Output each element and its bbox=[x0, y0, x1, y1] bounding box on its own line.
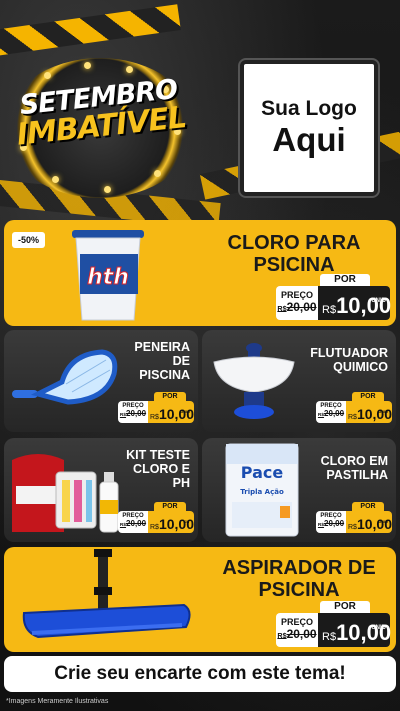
currency: R$ bbox=[150, 524, 159, 531]
old-price: R$20,00 bbox=[316, 519, 346, 528]
product-card-pastilha[interactable]: Pace Tripla Ação CLORO EM PASTILHA POR P… bbox=[202, 438, 396, 542]
old-price-value: 20,00 bbox=[126, 409, 147, 418]
discount-badge: -50% bbox=[12, 232, 46, 248]
price-tag: POR PREÇO R$20,00 R$10,00 UNID bbox=[316, 392, 392, 424]
old-price-value: 20,00 bbox=[126, 519, 147, 528]
logo-text-line1: Sua Logo bbox=[261, 97, 357, 120]
currency: R$ bbox=[150, 414, 159, 421]
currency: R$ bbox=[348, 414, 357, 421]
old-price: R$20,00 bbox=[276, 300, 318, 314]
product-name-line3: PISCINA bbox=[139, 368, 190, 382]
current-price-box: R$10,00 UNID bbox=[148, 401, 194, 423]
product-name-line2: QUIMICO bbox=[333, 360, 388, 374]
por-label: POR bbox=[352, 502, 384, 511]
old-price-box: PREÇO R$20,00 bbox=[276, 286, 318, 320]
product-name-line2: PSICINA bbox=[258, 579, 340, 602]
price-tag: POR PREÇO R$20,00 R$10,00 UNID bbox=[276, 601, 391, 647]
logo-placeholder[interactable]: Sua Logo Aqui bbox=[240, 60, 378, 196]
product-name-line2: PASTILHA bbox=[326, 468, 388, 482]
product-card-cloro[interactable]: -50% hth CLORO PARA PSICINA POR PREÇO R$… bbox=[4, 220, 396, 326]
light-dot bbox=[104, 186, 111, 193]
currency: R$ bbox=[348, 524, 357, 531]
price-tag: POR PREÇO R$20,00 R$10,00 UNID bbox=[316, 502, 392, 534]
price-tag: POR PREÇO R$20,00 R$10,00 KIT bbox=[118, 502, 194, 534]
product-name-line1: ASPIRADOR DE bbox=[222, 557, 376, 579]
unit-label: UNID bbox=[371, 625, 386, 631]
pool-vacuum-icon bbox=[22, 549, 191, 639]
old-price: R$20,00 bbox=[118, 409, 148, 418]
product-name-line1: FLUTUADOR bbox=[310, 346, 388, 360]
price-label: PREÇO bbox=[280, 290, 313, 300]
old-price-value: 20,00 bbox=[286, 300, 317, 314]
old-price-box: PREÇO R$20,00 bbox=[316, 401, 346, 423]
old-currency: R$ bbox=[277, 631, 287, 640]
current-price-box: R$10,00 UNID bbox=[318, 613, 391, 647]
light-dot bbox=[44, 72, 51, 79]
product-name: PENEIRA DE PISCINA bbox=[120, 340, 190, 382]
por-label: POR bbox=[154, 392, 186, 401]
por-label: POR bbox=[154, 502, 186, 511]
product-name-line2: CLORO E bbox=[133, 462, 190, 476]
old-price-value: 20,00 bbox=[324, 409, 345, 418]
old-price-box: PREÇO R$20,00 bbox=[118, 511, 148, 533]
unit-label: UNID bbox=[180, 409, 190, 414]
old-price: R$20,00 bbox=[118, 519, 148, 528]
product-name-line2: DE bbox=[172, 354, 190, 368]
product-card-kit-teste[interactable]: KIT TESTE CLORO E PH POR PREÇO R$20,00 R… bbox=[4, 438, 198, 542]
light-dot bbox=[154, 170, 161, 177]
price-label: PREÇO bbox=[280, 617, 313, 627]
por-label: POR bbox=[320, 274, 370, 286]
current-price-box: R$10,00 UNID bbox=[346, 401, 392, 423]
product-card-flutuador[interactable]: FLUTUADOR QUIMICO POR PREÇO R$20,00 R$10… bbox=[202, 330, 396, 432]
cta-banner[interactable]: Crie seu encarte com este tema! bbox=[4, 656, 396, 692]
old-price-value: 20,00 bbox=[286, 627, 317, 641]
old-price: R$20,00 bbox=[276, 627, 318, 641]
current-price-box: R$10,00 UNID bbox=[318, 286, 391, 320]
light-dot bbox=[84, 62, 91, 69]
old-price: R$20,00 bbox=[316, 409, 346, 418]
product-name-line1: CLORO EM bbox=[320, 454, 388, 468]
product-card-aspirador[interactable]: ASPIRADOR DE PSICINA POR PREÇO R$20,00 R… bbox=[4, 547, 396, 652]
por-label: POR bbox=[352, 392, 384, 401]
light-dot bbox=[52, 176, 59, 183]
currency: R$ bbox=[322, 631, 337, 643]
old-price-value: 20,00 bbox=[324, 519, 345, 528]
light-dot bbox=[126, 66, 133, 73]
tablet-bag-icon: Pace Tripla Ação bbox=[225, 443, 299, 537]
old-price-box: PREÇO R$20,00 bbox=[276, 613, 318, 647]
currency: R$ bbox=[322, 304, 337, 316]
hero-banner: SETEMBRO IMBATÍVEL Sua Logo Aqui bbox=[0, 0, 400, 218]
chemical-floater-icon bbox=[213, 343, 295, 419]
por-label: POR bbox=[320, 601, 370, 613]
product-name: CLORO PARA PSICINA bbox=[214, 232, 374, 277]
old-price-box: PREÇO R$20,00 bbox=[118, 401, 148, 423]
product-name: CLORO EM PASTILHA bbox=[312, 454, 388, 482]
product-card-peneira[interactable]: PENEIRA DE PISCINA POR PREÇO R$20,00 R$1… bbox=[4, 330, 198, 432]
current-price-box: R$10,00 KIT bbox=[148, 511, 194, 533]
unit-label: UNID bbox=[378, 409, 388, 414]
test-kit-icon bbox=[12, 454, 119, 533]
product-name-line1: PENEIRA bbox=[134, 340, 190, 354]
pool-net-icon bbox=[12, 349, 118, 405]
bag-brand: Pace bbox=[241, 463, 284, 482]
logo-text-line2: Aqui bbox=[272, 121, 346, 158]
product-name-line1: KIT TESTE bbox=[126, 448, 190, 462]
bag-subtitle: Tripla Ação bbox=[240, 488, 284, 496]
old-currency: R$ bbox=[277, 304, 287, 313]
current-price-box: R$10,00 UNID bbox=[346, 511, 392, 533]
unit-label: UNID bbox=[378, 519, 388, 524]
product-name: ASPIRADOR DE PSICINA bbox=[214, 557, 384, 602]
product-name: FLUTUADOR QUIMICO bbox=[306, 346, 388, 374]
chlorine-bucket-icon: hth bbox=[72, 230, 144, 321]
product-name-line1: CLORO PARA bbox=[227, 232, 361, 254]
old-price-box: PREÇO R$20,00 bbox=[316, 511, 346, 533]
disclaimer-note: *Imagens Meramente Ilustrativas bbox=[6, 698, 109, 705]
price-tag: POR PREÇO R$20,00 R$10,00 UNID bbox=[118, 392, 194, 424]
unit-label: KIT bbox=[183, 519, 190, 524]
price-tag: POR PREÇO R$20,00 R$10,00 UNID bbox=[276, 274, 391, 320]
unit-label: UNID bbox=[371, 298, 386, 304]
product-name-line3: PH bbox=[172, 476, 190, 490]
bucket-brand: hth bbox=[87, 265, 129, 290]
product-name: KIT TESTE CLORO E PH bbox=[122, 448, 190, 490]
